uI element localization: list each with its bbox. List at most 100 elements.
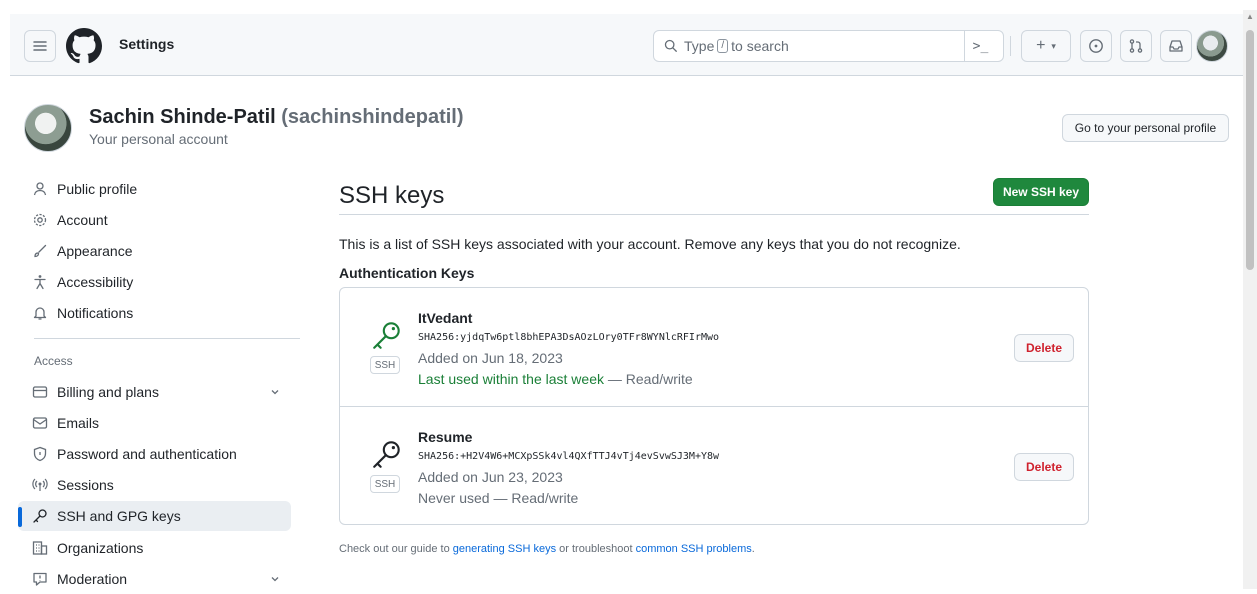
ssh-keys-list: SSH ItVedant SHA256:yjdqTw6ptl8bhEPA3DsA… [339,287,1089,525]
search-placeholder-suffix: to search [731,38,789,54]
sidebar-item-label: Notifications [57,305,134,321]
sidebar-item-sessions[interactable]: Sessions [18,470,291,500]
gear-icon [32,212,48,228]
search-icon [664,39,677,52]
ssh-keys-description: This is a list of SSH keys associated wi… [339,236,961,252]
key-icon [32,508,48,524]
organization-icon [32,540,48,556]
inbox-icon [1169,40,1183,52]
create-new-button[interactable]: + ▾ [1021,30,1071,62]
sidebar-item-label: Public profile [57,181,138,197]
key-title: Resume [418,429,473,445]
ssh-badge: SSH [370,356,400,374]
page-scrollbar[interactable]: ▲ [1243,10,1257,589]
sidebar-item-label: Appearance [57,243,133,259]
title-divider [339,214,1089,215]
footer-middle: or troubleshoot [559,543,633,555]
profile-display-name[interactable]: Sachin Shinde-Patil [89,106,276,128]
sidebar-item-password-auth[interactable]: Password and authentication [18,439,291,469]
plus-icon: + [1036,37,1046,54]
chevron-down-icon[interactable] [269,572,281,588]
scrollbar-thumb[interactable] [1246,30,1254,270]
sidebar-item-moderation[interactable]: Moderation [18,564,291,594]
key-icon [373,441,400,468]
sidebar-item-label: Organizations [57,540,144,556]
profile-name: Sachin Shinde-Patil (sachinshindepatil) [89,106,464,129]
shield-lock-icon [32,446,48,462]
sidebar-item-accessibility[interactable]: Accessibility [18,267,291,297]
sidebar-item-emails[interactable]: Emails [18,408,291,438]
bell-icon [32,305,48,321]
sidebar-item-public-profile[interactable]: Public profile [18,174,291,204]
scroll-up-arrow-icon[interactable]: ▲ [1246,12,1254,21]
sidebar-item-label: Billing and plans [57,384,159,400]
inbox-button[interactable] [1160,30,1192,62]
ssh-key-row: SSH Resume SHA256:+H2V4W6+MCXpSSk4vl4QXf… [340,406,1088,524]
key-fingerprint: SHA256:+H2V4W6+MCXpSSk4vl4QXfTTJ4vTj4evS… [418,451,720,462]
browser-top-strip [0,0,1257,10]
sidebar-item-appearance[interactable]: Appearance [18,236,291,266]
sidebar-item-account[interactable]: Account [18,205,291,235]
user-avatar-button[interactable] [1196,30,1228,62]
key-usage-status: Last used within the last week [418,371,604,387]
delete-key-button[interactable]: Delete [1014,453,1074,481]
profile-avatar[interactable] [24,104,72,152]
header-divider [1010,36,1011,56]
generating-ssh-keys-link[interactable]: generating SSH keys [453,543,556,555]
search-shortcut-key: / [717,39,729,53]
sidebar-item-organizations[interactable]: Organizations [18,533,291,563]
command-palette-icon: >_ [972,38,989,54]
github-logo-icon[interactable] [66,28,102,64]
accessibility-icon [32,274,48,290]
sidebar-item-label: Accessibility [57,274,134,290]
sidebar-item-label: Emails [57,415,100,431]
search-placeholder-prefix: Type [684,38,715,54]
profile-subtitle: Your personal account [89,131,228,147]
ssh-help-footer: Check out our guide to generating SSH ke… [339,543,755,555]
search-input[interactable]: Type / to search [653,30,1004,62]
credit-card-icon [32,384,48,400]
hamburger-menu-button[interactable] [24,30,56,62]
global-header: Settings Type / to search >_ + ▾ [10,14,1243,76]
sidebar-item-label: Sessions [57,477,114,493]
footer-prefix: Check out our guide to [339,543,450,555]
key-icon [373,322,400,349]
sidebar-item-notifications[interactable]: Notifications [18,298,291,328]
key-usage-status: Never used [418,490,490,506]
hamburger-icon [33,41,47,51]
pull-requests-icon [1129,39,1143,53]
common-ssh-problems-link[interactable]: common SSH problems [636,543,752,555]
ssh-key-row: SSH ItVedant SHA256:yjdqTw6ptl8bhEPA3DsA… [340,288,1088,406]
key-access-level: — Read/write [607,371,693,387]
sidebar-heading-access: Access [34,354,73,368]
sidebar-item-ssh-gpg-keys[interactable]: SSH and GPG keys [18,501,291,531]
command-palette-button[interactable]: >_ [964,30,996,62]
chevron-down-icon: ▾ [1051,40,1056,51]
sidebar-item-label: Moderation [57,571,128,587]
ssh-badge: SSH [370,475,400,493]
key-added-date: Added on Jun 18, 2023 [418,350,563,366]
header-title[interactable]: Settings [119,36,174,52]
delete-key-button[interactable]: Delete [1014,334,1074,362]
sidebar-divider [34,338,300,339]
issues-button[interactable] [1080,30,1112,62]
key-added-date: Added on Jun 23, 2023 [418,469,563,485]
chevron-down-icon[interactable] [269,385,281,401]
page-title: SSH keys [339,182,445,209]
sidebar-item-label: SSH and GPG keys [57,508,181,524]
mail-icon [32,415,48,431]
go-to-profile-button[interactable]: Go to your personal profile [1062,114,1229,142]
paintbrush-icon [32,243,48,259]
person-icon [32,181,48,197]
key-access-level: — Read/write [493,490,579,506]
sidebar-item-billing[interactable]: Billing and plans [18,377,291,407]
authentication-keys-heading: Authentication Keys [339,265,475,281]
key-last-used: Last used within the last week — Read/wr… [418,371,693,387]
sidebar-item-label: Password and authentication [57,446,237,462]
profile-login: (sachinshindepatil) [281,106,464,128]
broadcast-icon [32,477,48,493]
new-ssh-key-button[interactable]: New SSH key [993,178,1089,206]
pull-requests-button[interactable] [1120,30,1152,62]
sidebar-item-label: Account [57,212,108,228]
key-title: ItVedant [418,310,473,326]
